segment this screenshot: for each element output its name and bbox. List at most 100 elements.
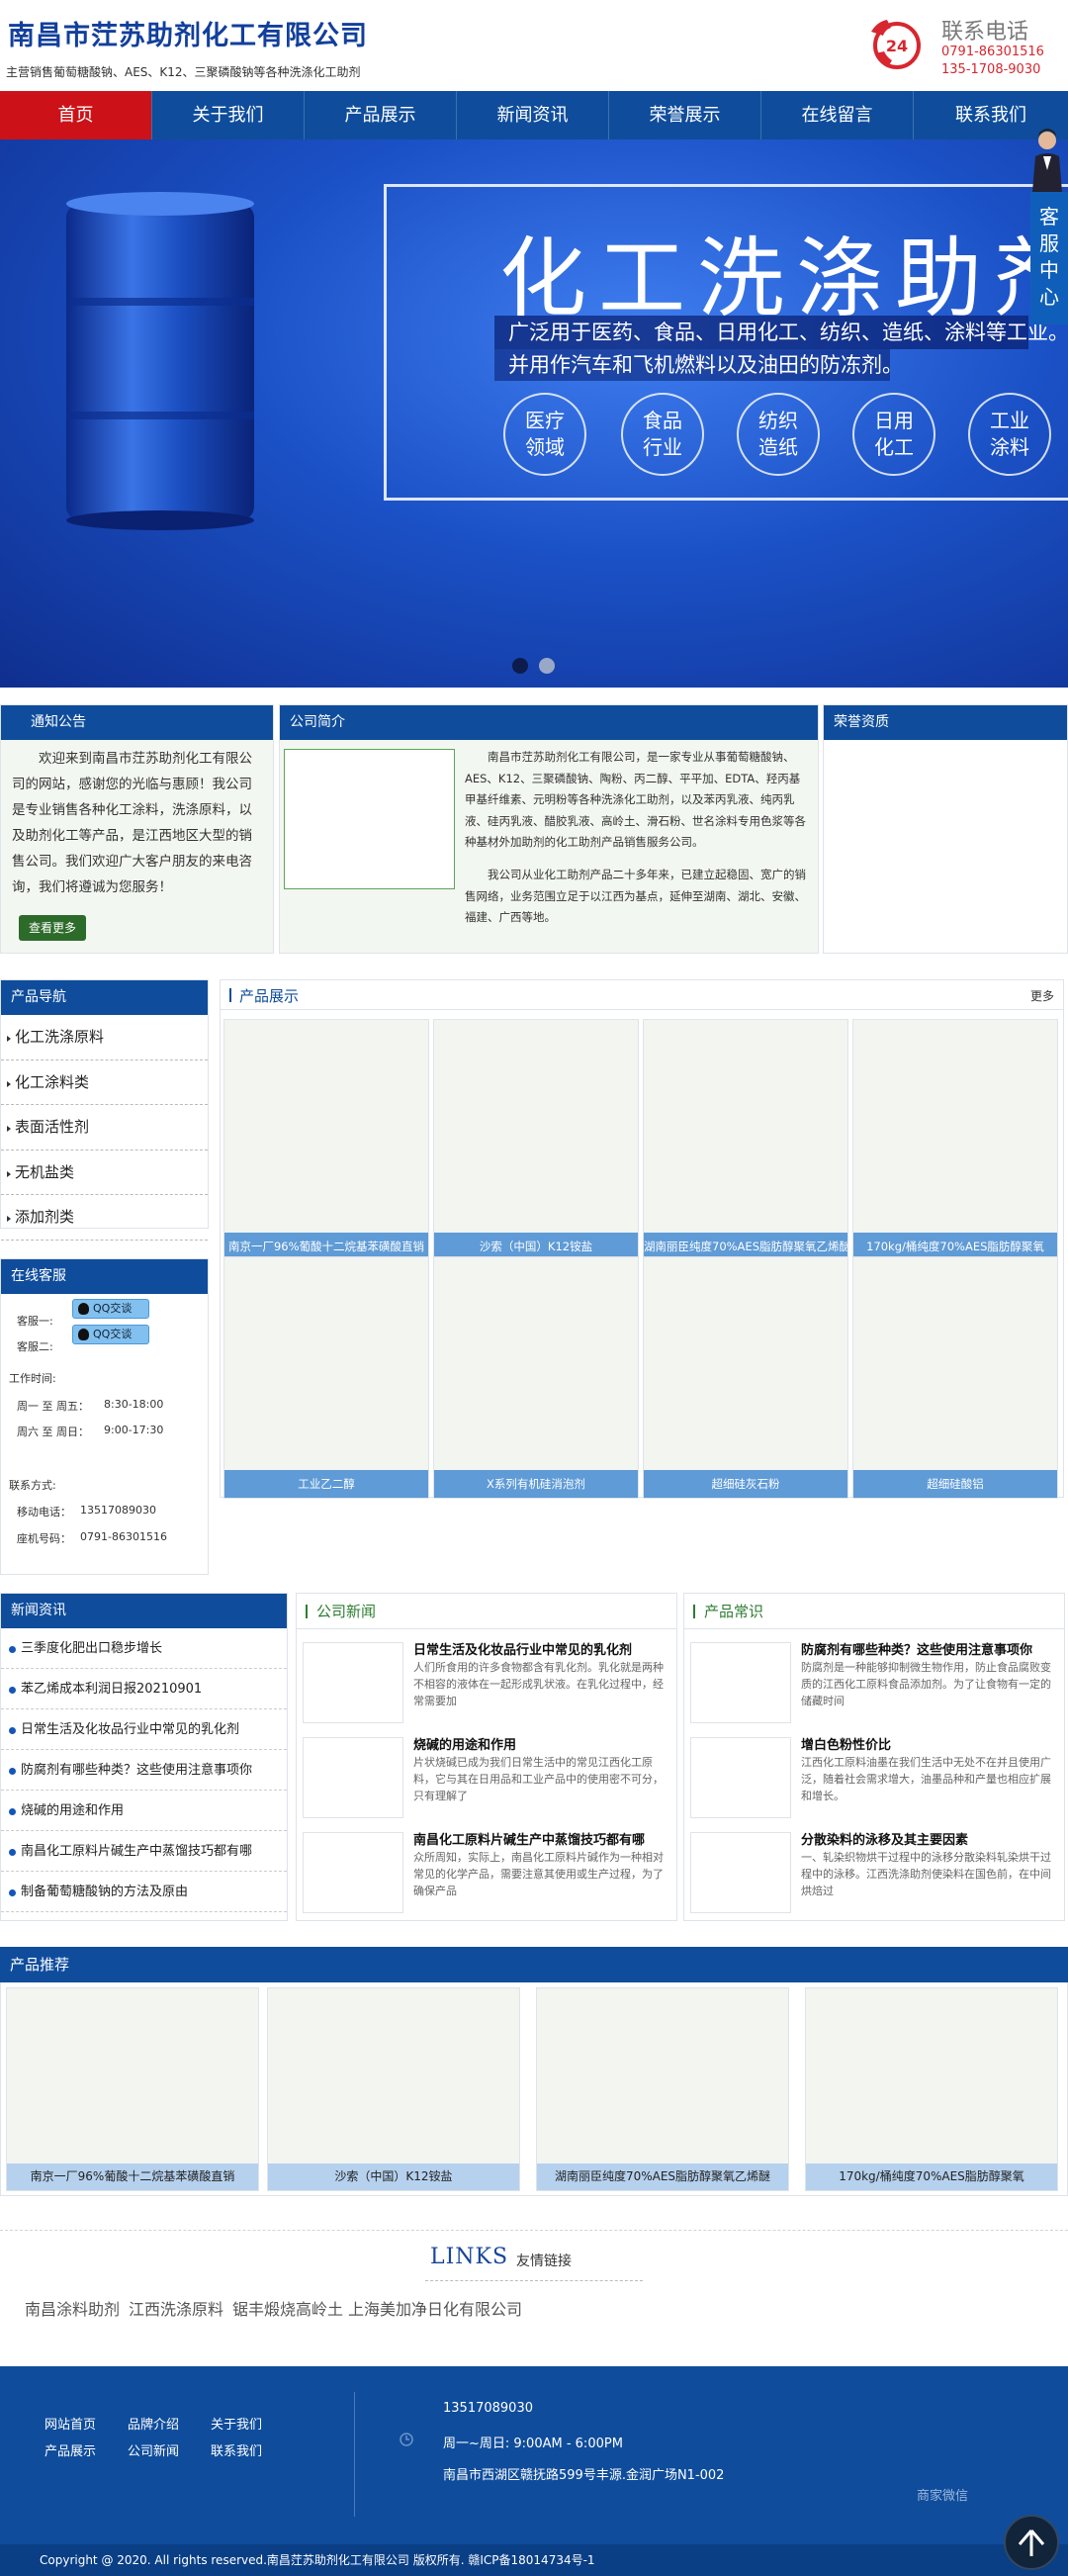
site-title[interactable]: 南昌市茳苏助剂化工有限公司 xyxy=(8,14,368,52)
nav-item-about[interactable]: 关于我们 xyxy=(152,91,305,139)
recommended-name: 湖南丽臣纯度70%AES脂肪醇聚氧乙烯醚 xyxy=(537,2163,788,2190)
friend-link[interactable]: 江西洗涤原料 xyxy=(129,2296,223,2320)
arrow-up-icon xyxy=(1018,2530,1045,2556)
article-summary: 人们所食用的许多食物都含有乳化剂。乳化就是两种不相容的液体在一起形成乳状液。在乳… xyxy=(413,1661,664,1707)
hero-banner[interactable]: 化工洗涤助剂 广泛用于医药、食品、日用化工、纺织、造纸、涂料等工业。 并用作汽车… xyxy=(0,139,1068,688)
weekday-label: 周一 至 周五： xyxy=(17,1400,89,1413)
footer-link[interactable]: 关于我们 xyxy=(211,2414,262,2433)
news-item[interactable]: 三季度化肥出口稳步增长 xyxy=(1,1628,287,1669)
mobile-label: 移动电话： xyxy=(17,1506,71,1518)
agent-2-label: 客服二: xyxy=(17,1340,53,1353)
news-item[interactable]: 防腐剂有哪些种类？这些使用注意事项你 xyxy=(1,1750,287,1791)
nav-item-home[interactable]: 首页 xyxy=(0,91,152,139)
friend-link[interactable]: 锯丰煅烧高岭土 xyxy=(232,2296,343,2320)
footer-link[interactable]: 网站首页 xyxy=(44,2414,96,2433)
article-item[interactable]: 分散染料的泳移及其主要因素 一、轧染织物烘干过程中的泳移分散染料轧染烘干过程中的… xyxy=(684,1827,1066,1920)
circle-text: 医疗 领域 xyxy=(525,409,565,459)
company-news-title: 公司新闻 xyxy=(297,1594,676,1629)
nav-item-news[interactable]: 新闻资讯 xyxy=(457,91,609,139)
notice-more-button[interactable]: 查看更多 xyxy=(19,915,86,941)
product-name: 超细硅酸铝 xyxy=(853,1470,1057,1498)
nav-item-honor[interactable]: 荣誉展示 xyxy=(609,91,761,139)
slider-dot-1[interactable] xyxy=(512,658,528,674)
contact-label: 联系方式: xyxy=(9,1479,56,1492)
product-more-link[interactable]: 更多 xyxy=(1030,987,1054,1004)
clock-icon xyxy=(400,2433,413,2446)
news-item[interactable]: 苯乙烯成本利润日报20210901 xyxy=(1,1669,287,1709)
back-to-top-button[interactable] xyxy=(1004,2515,1059,2570)
qq-chat-button-1[interactable]: QQ交谈 xyxy=(72,1299,149,1319)
article-item[interactable]: 防腐剂有哪些种类？这些使用注意事项你 防腐剂是一种能够抑制微生物作用，防止食品腐… xyxy=(684,1637,1066,1730)
product-nav-item[interactable]: 添加剂类 xyxy=(1,1195,208,1241)
article-summary: 片状烧碱已成为我们日常生活中的常见江西化工原料，它与其在日用品和工业产品中的使用… xyxy=(413,1756,664,1802)
weekend-label: 周六 至 周日： xyxy=(17,1426,89,1438)
article-title[interactable]: 防腐剂有哪些种类？这些使用注意事项你 xyxy=(801,1639,1060,1658)
customer-service-tab[interactable]: 客服中心 xyxy=(1030,192,1068,324)
agent-1-label: 客服一: xyxy=(17,1315,53,1328)
article-thumbnail xyxy=(690,1832,791,1913)
recommended-card[interactable]: 沙索（中国）K12铵盐 xyxy=(267,1987,520,2191)
product-card[interactable]: 工业乙二醇 xyxy=(223,1256,429,1499)
footer-divider xyxy=(354,2392,355,2517)
article-thumbnail xyxy=(690,1737,791,1818)
phone-number-1: 0791-86301516 xyxy=(941,45,1044,59)
product-nav-item[interactable]: 无机盐类 xyxy=(1,1150,208,1195)
customer-service-label: 客服中心 xyxy=(1039,205,1059,309)
intro-paragraph-2: 我公司从业化工助剂产品二十多年来，已建立起稳固、宽广的销售网络，业务范围立足于以… xyxy=(465,868,806,924)
qq-chat-button-2[interactable]: QQ交谈 xyxy=(72,1325,149,1344)
landline-label: 座机号码： xyxy=(17,1532,71,1545)
footer-link[interactable]: 产品展示 xyxy=(44,2440,96,2459)
product-card[interactable]: 南京一厂96%葡酸十二烷基苯磺酸直销 xyxy=(223,1019,429,1261)
intro-title: 公司简介 xyxy=(280,705,818,740)
article-item[interactable]: 增白色粉性价比 江西化工原料油墨在我们生活中无处不在并且使用广泛，随着社会需求增… xyxy=(684,1732,1066,1825)
nav-item-message[interactable]: 在线留言 xyxy=(761,91,914,139)
recommended-title: 产品推荐 xyxy=(0,1947,1068,1982)
footer-link[interactable]: 联系我们 xyxy=(211,2440,262,2459)
friend-link[interactable]: 上海美加净日化有限公司 xyxy=(348,2296,522,2320)
footer-link[interactable]: 公司新闻 xyxy=(128,2440,179,2459)
news-item[interactable]: 南昌化工原料片碱生产中蒸馏技巧都有哪 xyxy=(1,1831,287,1872)
news-item[interactable]: 制备葡萄糖酸钠的方法及原由 xyxy=(1,1872,287,1912)
news-item[interactable]: 日常生活及化妆品行业中常见的乳化剂 xyxy=(1,1709,287,1750)
company-intro-image[interactable] xyxy=(284,749,455,889)
product-nav-item[interactable]: 表面活性剂 xyxy=(1,1105,208,1150)
article-item[interactable]: 南昌化工原料片碱生产中蒸馏技巧都有哪 众所周知，实际上，南昌化工原料片碱作为一种… xyxy=(297,1827,678,1920)
product-card[interactable]: 湖南丽臣纯度70%AES脂肪醇聚氧乙烯醚 xyxy=(643,1019,848,1261)
circle-text: 食品 行业 xyxy=(643,409,682,459)
article-title[interactable]: 分散染料的泳移及其主要因素 xyxy=(801,1829,1060,1848)
recommended-name: 沙索（中国）K12铵盐 xyxy=(268,2163,519,2190)
news-item[interactable]: 烧碱的用途和作用 xyxy=(1,1791,287,1831)
landline-number: 0791-86301516 xyxy=(80,1530,167,1543)
product-card[interactable]: X系列有机硅消泡剂 xyxy=(433,1256,639,1499)
circle-text: 工业 涂料 xyxy=(990,409,1029,459)
phone-24-icon: 24 xyxy=(871,20,921,69)
product-nav-item[interactable]: 化工涂料类 xyxy=(1,1060,208,1105)
footer-address: 南昌市西湖区赣抚路599号丰源.金润广场N1-002 xyxy=(443,2468,725,2483)
article-title[interactable]: 增白色粉性价比 xyxy=(801,1734,1060,1753)
nav-item-products[interactable]: 产品展示 xyxy=(305,91,457,139)
recommended-card[interactable]: 南京一厂96%葡酸十二烷基苯磺酸直销 xyxy=(6,1987,259,2191)
recommended-name: 170kg/桶纯度70%AES脂肪醇聚氧 xyxy=(806,2163,1057,2190)
links-divider xyxy=(0,2230,1068,2231)
recommended-card[interactable]: 170kg/桶纯度70%AES脂肪醇聚氧 xyxy=(805,1987,1058,2191)
article-item[interactable]: 烧碱的用途和作用 片状烧碱已成为我们日常生活中的常见江西化工原料，它与其在日用品… xyxy=(297,1732,678,1825)
slider-dot-2[interactable] xyxy=(539,658,555,674)
footer-hours: 周一~周日: 9:00AM - 6:00PM xyxy=(443,2437,623,2451)
banner-circle-coating: 工业 涂料 xyxy=(968,393,1051,476)
article-title[interactable]: 日常生活及化妆品行业中常见的乳化剂 xyxy=(413,1639,672,1658)
product-card[interactable]: 沙索（中国）K12铵盐 xyxy=(433,1019,639,1261)
article-title[interactable]: 烧碱的用途和作用 xyxy=(413,1734,672,1753)
news-panel: 新闻资讯 三季度化肥出口稳步增长 苯乙烯成本利润日报20210901 日常生活及… xyxy=(0,1593,288,1921)
recommended-card[interactable]: 湖南丽臣纯度70%AES脂肪醇聚氧乙烯醚 xyxy=(536,1987,789,2191)
product-nav-item[interactable]: 化工洗涤原料 xyxy=(1,1015,208,1060)
product-card[interactable]: 超细硅灰石粉 xyxy=(643,1256,848,1499)
product-knowledge-panel: 产品常识 防腐剂有哪些种类？这些使用注意事项你 防腐剂是一种能够抑制微生物作用，… xyxy=(683,1593,1065,1921)
product-card[interactable]: 170kg/桶纯度70%AES脂肪醇聚氧 xyxy=(852,1019,1058,1261)
friend-link[interactable]: 南昌涂料助剂 xyxy=(25,2296,120,2320)
footer-link[interactable]: 品牌介绍 xyxy=(128,2414,179,2433)
product-card[interactable]: 超细硅酸铝 xyxy=(852,1256,1058,1499)
links-subtitle: 友情链接 xyxy=(516,2254,572,2269)
article-title[interactable]: 南昌化工原料片碱生产中蒸馏技巧都有哪 xyxy=(413,1829,672,1848)
article-item[interactable]: 日常生活及化妆品行业中常见的乳化剂 人们所食用的许多食物都含有乳化剂。乳化就是两… xyxy=(297,1637,678,1730)
article-summary: 众所周知，实际上，南昌化工原料片碱作为一种相对常见的化学产品，需要注意其使用或生… xyxy=(413,1851,664,1897)
